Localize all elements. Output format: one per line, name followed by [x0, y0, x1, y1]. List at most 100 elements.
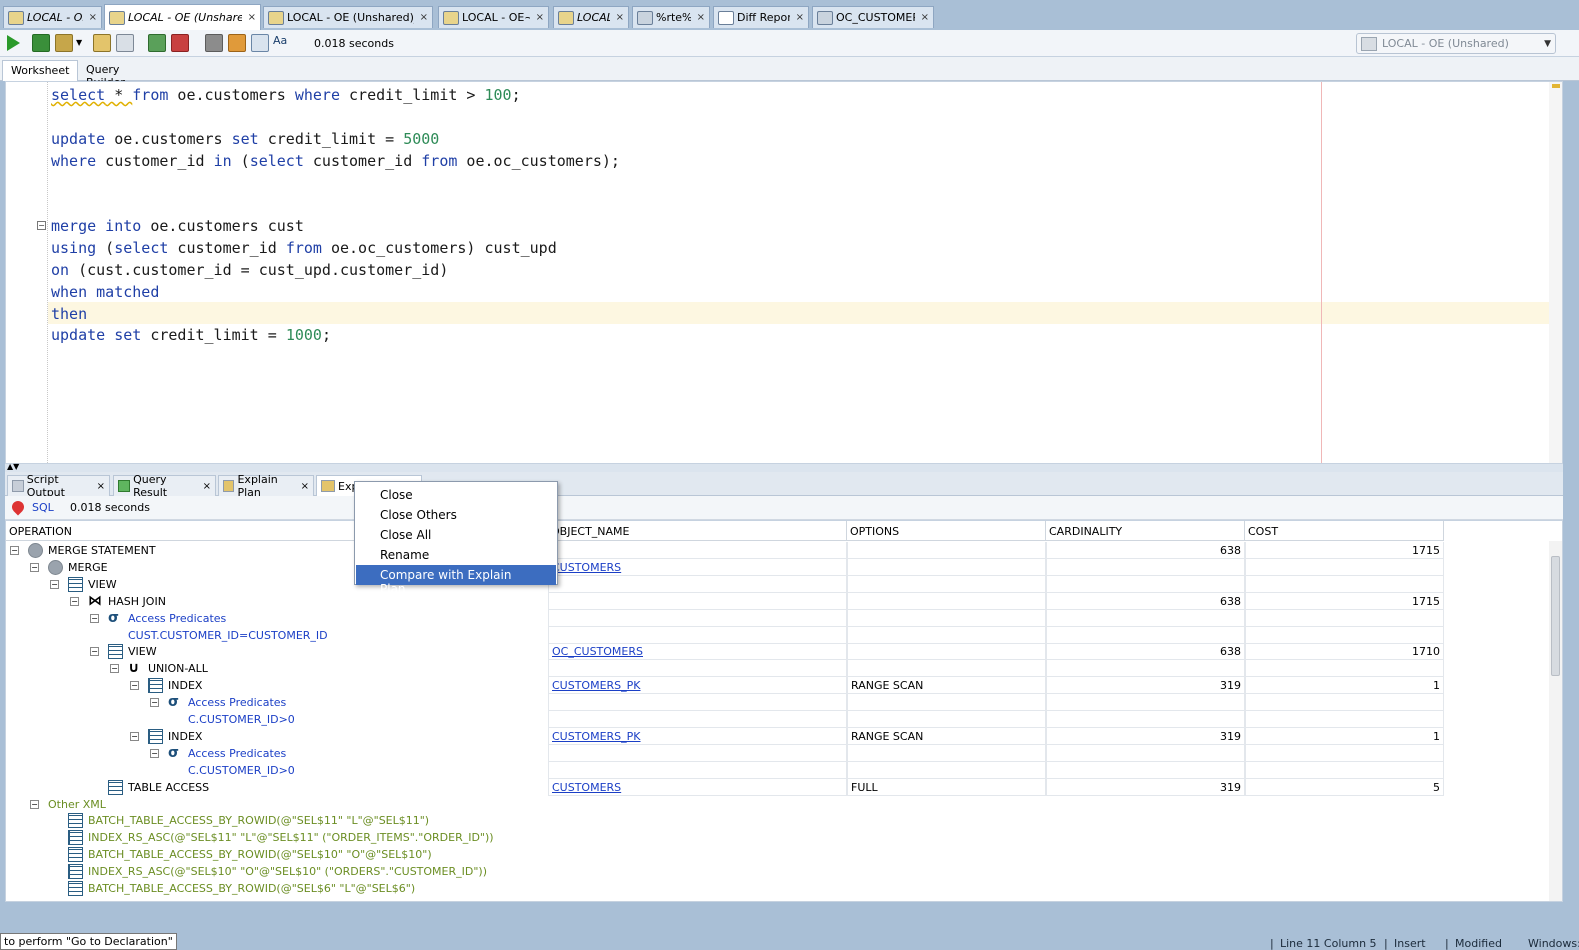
tab-worksheet[interactable]: Worksheet — [2, 60, 78, 81]
table-row[interactable]: − INDEX CUSTOMERS_PK RANGE SCAN 319 1 — [6, 677, 1446, 695]
table-row[interactable]: − MERGE STATEMENT 638 1715 — [6, 542, 1446, 559]
table-row[interactable]: BATCH_TABLE_ACCESS_BY_ROWID(@"SEL$6" "L"… — [6, 880, 1446, 897]
table-row[interactable]: − σ Access Predicates — [6, 609, 1446, 627]
pane-splitter[interactable]: ▲▼ — [5, 462, 1563, 472]
history-icon[interactable] — [251, 34, 269, 52]
tab-query-builder[interactable]: Query Builder — [78, 60, 168, 89]
warning-marker[interactable] — [1552, 84, 1560, 88]
unshared-sql-icon[interactable] — [205, 34, 223, 52]
sql-link[interactable]: SQL — [32, 501, 54, 514]
grid-scrollbar[interactable] — [1549, 541, 1562, 901]
table-row[interactable]: BATCH_TABLE_ACCESS_BY_ROWID(@"SEL$10" "O… — [6, 846, 1446, 863]
tab-explain-plan[interactable]: Explain Plan × — [218, 473, 314, 499]
pin-icon[interactable] — [9, 498, 27, 516]
cell-object-name-value[interactable]: CUSTOMERS — [552, 561, 621, 574]
cell-object-name: OC_CUSTOMERS — [548, 643, 847, 661]
cell-cardinality: 319 — [1046, 727, 1245, 745]
rollback-icon[interactable] — [171, 34, 189, 52]
tree-toggle-icon[interactable]: − — [70, 596, 79, 606]
clear-eraser-icon[interactable] — [228, 34, 246, 52]
menu-item-rename[interactable]: Rename — [356, 545, 556, 565]
doc-tab-local-oe-unshared[interactable]: LOCAL - OE (Unshared)× — [104, 4, 261, 30]
doc-tab-local-oe[interactable]: LOCAL - OE× — [3, 6, 102, 28]
sql-editor[interactable]: − select * from oe.customers where credi… — [5, 81, 1563, 464]
table-row[interactable]: − INDEX CUSTOMERS_PK RANGE SCAN 319 1 — [6, 727, 1446, 745]
doc-tab-local-oe-1[interactable]: LOCAL - OE~1× — [438, 6, 549, 28]
close-tab-icon[interactable]: × — [248, 12, 256, 23]
connection-select[interactable]: LOCAL - OE (Unshared) ▼ — [1356, 33, 1556, 54]
explain-plan-button[interactable] — [93, 34, 111, 52]
tree-toggle-icon[interactable]: − — [130, 681, 139, 691]
close-tab-icon[interactable]: × — [203, 481, 211, 492]
close-tab-icon[interactable]: × — [420, 12, 428, 23]
tree-toggle-icon[interactable]: − — [10, 546, 19, 555]
fold-toggle-icon[interactable]: − — [37, 221, 46, 230]
tab-query-result[interactable]: Query Result × — [113, 473, 216, 499]
table-row[interactable]: − VIEW — [6, 575, 1446, 593]
run-statement-button[interactable] — [7, 35, 20, 51]
doc-tab-local[interactable]: LOCAL × — [553, 6, 629, 28]
table-row[interactable]: TABLE ACCESS CUSTOMERS FULL 319 5 — [6, 778, 1446, 796]
table-row[interactable]: BATCH_TABLE_ACCESS_BY_ROWID(@"SEL$11" "L… — [6, 812, 1446, 829]
doc-tab-oc-customers[interactable]: OC_CUSTOMERS× — [812, 6, 934, 28]
close-tab-icon[interactable]: × — [921, 12, 929, 23]
cell-object-name: CUSTOMERS — [548, 558, 847, 576]
commit-button[interactable] — [55, 34, 73, 52]
commit-icon[interactable] — [148, 34, 166, 52]
menu-item-close-others[interactable]: Close Others — [356, 505, 556, 525]
menu-item-compare-explain-plan[interactable]: Compare with Explain Plan — [356, 565, 556, 596]
autotrace-button[interactable] — [116, 34, 134, 52]
close-tab-icon[interactable]: × — [89, 12, 97, 23]
close-tab-icon[interactable]: × — [697, 12, 705, 23]
table-row[interactable]: C.CUSTOMER_ID>0 — [6, 711, 1446, 728]
table-row[interactable]: INDEX_RS_ASC(@"SEL$11" "L"@"SEL$11" ("OR… — [6, 829, 1446, 846]
doc-tab-rte[interactable]: %rte% × — [632, 6, 710, 28]
tree-toggle-icon[interactable]: − — [90, 647, 99, 657]
col-object-name[interactable]: OBJECT_NAME — [548, 521, 847, 541]
close-tab-icon[interactable]: × — [796, 12, 804, 23]
tree-toggle-icon[interactable]: − — [90, 613, 99, 623]
doc-tab-local-oe-unshared-1[interactable]: LOCAL - OE (Unshared)__1× — [263, 6, 433, 28]
table-row[interactable]: − ⋈ HASH JOIN 638 1715 — [6, 592, 1446, 610]
close-tab-icon[interactable]: × — [301, 481, 309, 492]
cell-object-name-value[interactable]: CUSTOMERS — [552, 781, 621, 794]
table-row[interactable]: − ∪ UNION-ALL — [6, 660, 1446, 678]
cell-object-name-value[interactable]: CUSTOMERS_PK — [552, 679, 641, 692]
tree-toggle-icon[interactable]: − — [130, 731, 139, 741]
tree-toggle-icon[interactable]: − — [150, 698, 159, 708]
cell-object-name-value[interactable]: OC_CUSTOMERS — [552, 645, 643, 658]
collapse-arrows-icon[interactable]: ▲▼ — [7, 462, 19, 471]
table-row[interactable]: − MERGE CUSTOMERS — [6, 558, 1446, 576]
results-tab-bar: Script Output × Query Result × Explain Pla… — [5, 472, 1563, 499]
doc-tab-diff-report[interactable]: Diff Report× — [713, 6, 809, 28]
table-row[interactable]: − Other XML — [6, 796, 1446, 813]
close-tab-icon[interactable]: × — [616, 12, 624, 23]
scroll-thumb[interactable] — [1551, 556, 1560, 676]
col-cardinality[interactable]: CARDINALITY — [1046, 521, 1245, 541]
tree-toggle-icon[interactable]: − — [30, 562, 39, 572]
table-row[interactable]: − VIEW OC_CUSTOMERS 638 1710 — [6, 643, 1446, 661]
menu-item-close[interactable]: Close — [356, 485, 556, 505]
cell-object-name-value[interactable]: CUSTOMERS_PK — [552, 730, 641, 743]
table-row[interactable]: CUST.CUSTOMER_ID=CUSTOMER_ID — [6, 626, 1446, 644]
col-cost[interactable]: COST — [1245, 521, 1444, 541]
menu-item-close-all[interactable]: Close All — [356, 525, 556, 545]
run-script-button[interactable] — [32, 34, 50, 52]
tree-toggle-icon[interactable]: − — [50, 579, 59, 589]
status-position: Line 11 Column 5 — [1280, 937, 1377, 950]
table-row[interactable]: INDEX_RS_ASC(@"SEL$10" "O"@"SEL$10" ("OR… — [6, 863, 1446, 880]
table-row[interactable]: − σ Access Predicates — [6, 744, 1446, 762]
tree-toggle-icon[interactable]: − — [30, 799, 39, 809]
cell-cardinality: 638 — [1046, 643, 1245, 661]
chevron-down-icon[interactable]: ▼ — [76, 38, 86, 56]
tree-toggle-icon[interactable]: − — [110, 664, 119, 674]
table-row[interactable]: C.CUSTOMER_ID>0 — [6, 761, 1446, 779]
table-row[interactable]: − σ Access Predicates — [6, 694, 1446, 712]
tree-toggle-icon[interactable]: − — [150, 748, 159, 758]
editor-scrollbar[interactable] — [1549, 82, 1562, 463]
to-upper-case-icon[interactable]: Aa — [273, 34, 291, 52]
tab-script-output[interactable]: Script Output × — [7, 473, 110, 499]
col-options[interactable]: OPTIONS — [847, 521, 1046, 541]
close-tab-icon[interactable]: × — [536, 12, 544, 23]
close-tab-icon[interactable]: × — [97, 481, 105, 492]
